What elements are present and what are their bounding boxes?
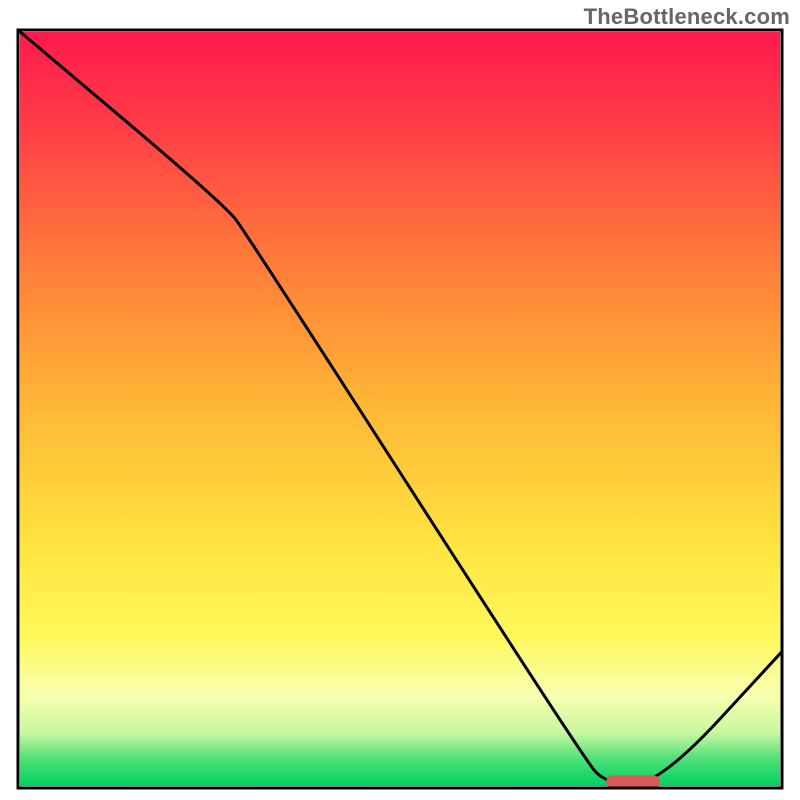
bottleneck-chart	[0, 0, 800, 800]
chart-container: TheBottleneck.com	[0, 0, 800, 800]
optimal-range-marker	[606, 775, 659, 788]
plot-background	[20, 32, 780, 786]
watermark-text: TheBottleneck.com	[584, 4, 790, 30]
